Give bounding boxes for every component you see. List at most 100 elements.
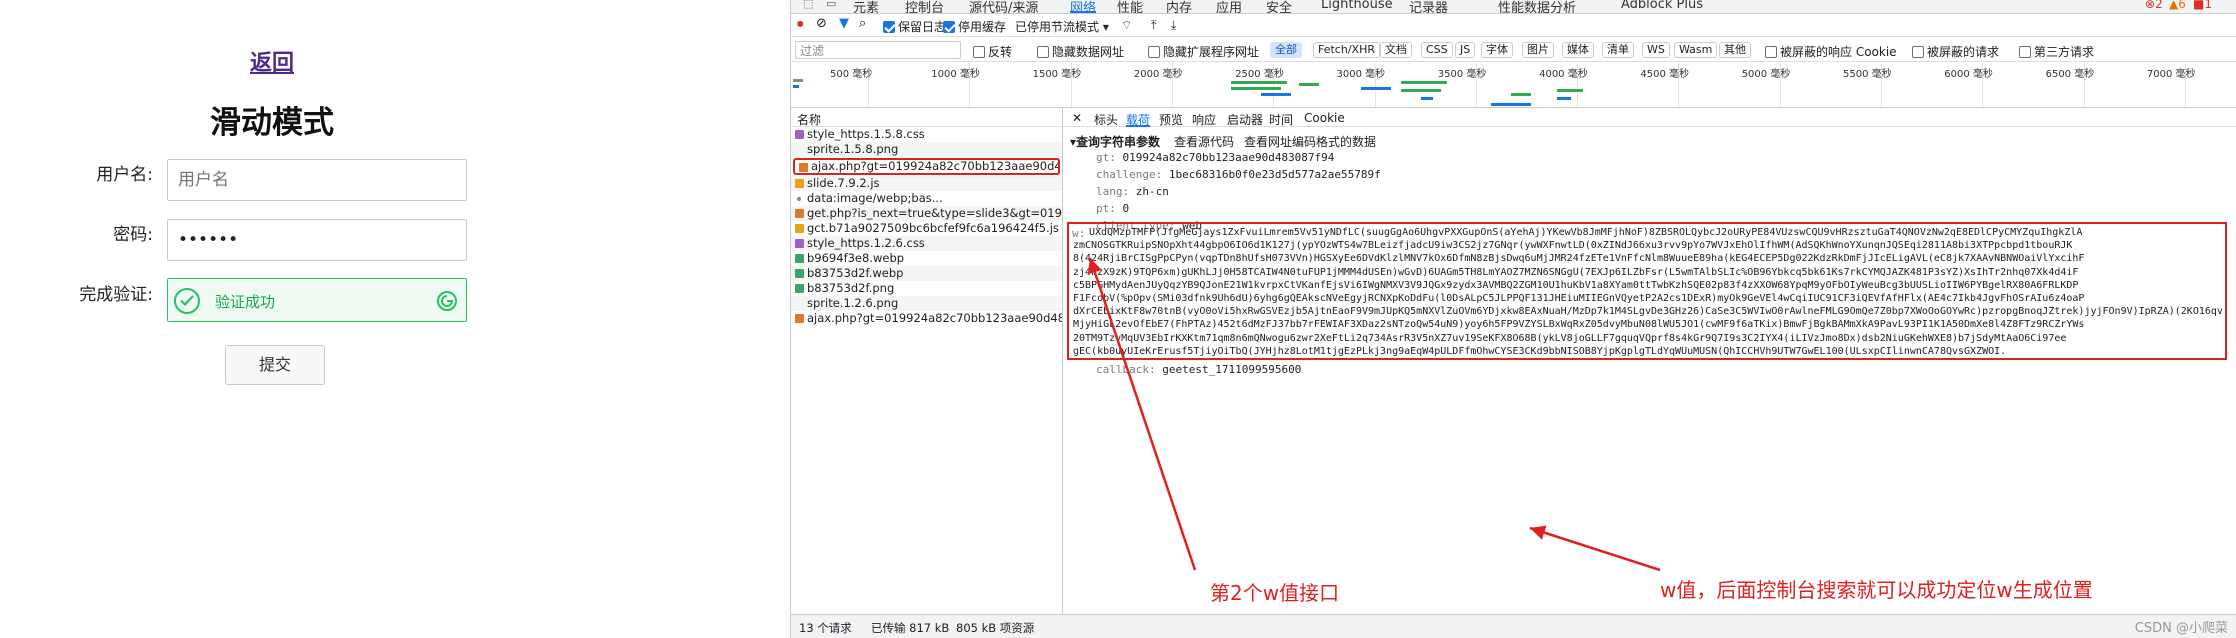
request-row[interactable]: sprite.1.2.6.png (791, 296, 1062, 311)
throttle-select[interactable]: 已停用节流模式 ▾ (1015, 18, 1109, 35)
query-params-toggle[interactable]: ▾查询字符串参数 (1070, 133, 1160, 150)
request-name: b9694f3e8.webp (807, 251, 905, 265)
img-file-icon (795, 269, 804, 278)
hide-ext-urls-label: 隐藏扩展程序网址 (1163, 45, 1260, 59)
request-name: slide.7.9.2.js (807, 176, 880, 190)
device-toggle-icon[interactable]: ▭ (826, 0, 836, 10)
w-value-line: 8(424RjiBrCISgPpCPyn(vqpTDn8hUfsH073VVn)… (1073, 253, 2085, 265)
invert-label: 反转 (988, 45, 1013, 59)
timeline-bar (1401, 81, 1447, 84)
type-all[interactable]: 全部 (1270, 42, 1302, 58)
preserve-log-checkbox[interactable]: 保留日志 (883, 18, 946, 35)
back-link[interactable]: 返回 (250, 45, 294, 77)
tab-sources[interactable]: 源代码/来源 (969, 0, 1038, 13)
search-icon[interactable]: ⌕ (859, 16, 866, 31)
timeline-bar (793, 85, 799, 88)
type-other[interactable]: 其他 (1719, 42, 1751, 58)
error-badge[interactable]: ⊗2 (2145, 0, 2163, 11)
filter-input[interactable]: 过滤 (795, 41, 961, 59)
close-icon[interactable]: ✕ (1072, 111, 1082, 125)
disable-cache-checkbox[interactable]: 停用缓存 (943, 18, 1006, 35)
request-row[interactable]: b83753d2f.png (791, 281, 1062, 296)
record-icon[interactable]: ⏺ (797, 17, 804, 32)
blocked-requests-checkbox[interactable]: 被屏蔽的请求 (1912, 43, 1999, 60)
timeline-tick-label: 6500 毫秒 (2045, 69, 2095, 80)
view-decoded-link[interactable]: 查看网址编码格式的数据 (1244, 133, 1376, 150)
type-doc[interactable]: 文档 (1380, 42, 1412, 58)
network-status-bar: 13 个请求 已传输 817 kB 805 kB 项资源 (791, 614, 2236, 638)
filter-icon[interactable]: ▼ (839, 16, 849, 31)
timeline-bar (1299, 83, 1319, 86)
w-value-line: zmCNOSGTKRuipSNOpXht44gbpO6IO6d1K127j(yp… (1073, 240, 2073, 252)
timeline-tick-label: 6000 毫秒 (1944, 69, 1993, 80)
tab-application[interactable]: 应用 (1216, 0, 1242, 13)
tab-elements[interactable]: 元素 (853, 0, 879, 13)
tab-adblock[interactable]: Adblock Plus (1621, 0, 1703, 12)
tab-cookie[interactable]: Cookie (1304, 111, 1345, 125)
network-conditions-icon[interactable]: ⌔ (1121, 18, 1132, 33)
watermark: CSDN @小爬菜 (2134, 621, 2228, 636)
param-pt: pt: 0 (1096, 202, 1130, 215)
request-row[interactable]: slide.7.9.2.js (791, 176, 1062, 191)
username-input[interactable] (167, 159, 467, 201)
inspect-icon[interactable]: ⬚ (803, 0, 813, 10)
request-row[interactable]: b9694f3e8.webp (791, 251, 1062, 266)
tab-response[interactable]: 响应 (1192, 111, 1216, 128)
captcha-widget[interactable]: 验证成功 (167, 278, 467, 322)
third-party-checkbox[interactable]: 第三方请求 (2019, 43, 2094, 60)
tab-network[interactable]: 网络 (1070, 0, 1097, 13)
request-row[interactable]: data:image/webp;bas... (791, 191, 1062, 206)
tab-payload[interactable]: 载荷 (1126, 111, 1151, 127)
query-params-title: 查询字符串参数 (1076, 135, 1161, 149)
import-icon[interactable]: ⤒ (1151, 18, 1156, 33)
request-row[interactable]: sprite.1.5.8.png (791, 142, 1062, 157)
type-manifest[interactable]: 清单 (1602, 42, 1634, 58)
invert-checkbox[interactable]: 反转 (973, 43, 1012, 60)
password-label: 密码: (113, 225, 153, 245)
w-value-line: gEC(kb0uyUIeKrErusf5TjiyOiTbQ(JYHjhz8Lot… (1073, 345, 2007, 357)
request-row[interactable]: get.php?is_next=true&type=slide3&gt=0199… (791, 206, 1062, 221)
view-source-link[interactable]: 查看源代码 (1174, 133, 1234, 150)
detail-tab-bar: ✕ 标头 载荷 预览 响应 启动器 时间 Cookie (1064, 108, 2236, 127)
tab-recorder[interactable]: 记录器 (1409, 0, 1448, 13)
request-row[interactable]: style_https.1.2.6.css (791, 236, 1062, 251)
hide-data-urls-checkbox[interactable]: 隐藏数据网址 (1037, 43, 1124, 60)
tab-headers[interactable]: 标头 (1094, 111, 1118, 128)
w-value-line: F1FcobV(%pOpv(SMi03dfnk9Uh6dU)6yhg6gQEAk… (1073, 293, 2085, 304)
tab-preview[interactable]: 预览 (1159, 111, 1183, 128)
type-font[interactable]: 字体 (1481, 42, 1513, 58)
warning-badge[interactable]: ▲6 (2169, 0, 2186, 11)
clear-icon[interactable]: ⊘ (816, 16, 827, 31)
submit-button[interactable]: 提交 (225, 345, 325, 385)
tab-memory[interactable]: 内存 (1166, 0, 1192, 13)
blocked-cookies-checkbox[interactable]: 被屏蔽的响应 Cookie (1765, 43, 1897, 60)
geetest-logo-icon (437, 291, 457, 311)
names-column-header[interactable]: 名称 (791, 108, 1062, 127)
type-img[interactable]: 图片 (1522, 42, 1554, 58)
type-ws[interactable]: WS (1642, 42, 1670, 58)
tab-lighthouse[interactable]: Lighthouse (1321, 0, 1393, 12)
type-css[interactable]: CSS (1421, 42, 1453, 58)
tab-console[interactable]: 控制台 (905, 0, 944, 13)
password-input[interactable]: •••••• (167, 219, 467, 261)
w-value-line: MjyHiGL2evOfEbE7(FhPTAz)452t6dMzFJ37bb7r… (1073, 319, 2085, 331)
request-row[interactable]: b83753d2f.webp (791, 266, 1062, 281)
hide-ext-urls-checkbox[interactable]: 隐藏扩展程序网址 (1148, 43, 1259, 60)
type-wasm[interactable]: Wasm (1674, 42, 1718, 58)
tab-performance[interactable]: 性能 (1117, 0, 1143, 13)
type-media[interactable]: 媒体 (1562, 42, 1594, 58)
type-js[interactable]: JS (1455, 42, 1476, 58)
request-row[interactable]: gct.b71a9027509bc6bcfef9fc6a196424f5.js (791, 221, 1062, 236)
tab-performance-insights[interactable]: 性能数据分析 (1498, 0, 1576, 13)
request-name: sprite.1.2.6.png (807, 296, 899, 310)
network-overview-timeline[interactable]: 500 毫秒 1000 毫秒 1500 毫秒 2000 毫秒 2500 毫秒 3000 毫… (791, 63, 2236, 108)
info-badge[interactable]: ■1 (2193, 0, 2212, 11)
request-row-selected[interactable]: ajax.php?gt=019924a82c70bb123aae90d48308… (793, 158, 1060, 175)
tab-security[interactable]: 安全 (1266, 0, 1292, 13)
request-row[interactable]: ajax.php?gt=019924a82c70bb123aae90d48308… (791, 311, 1062, 326)
type-fetch-xhr[interactable]: Fetch/XHR (1313, 42, 1380, 58)
tab-timing[interactable]: 时间 (1269, 111, 1293, 128)
export-icon[interactable]: ⤓ (1171, 18, 1176, 33)
request-row[interactable]: style_https.1.5.8.css (791, 127, 1062, 142)
tab-initiator[interactable]: 启动器 (1227, 111, 1263, 128)
